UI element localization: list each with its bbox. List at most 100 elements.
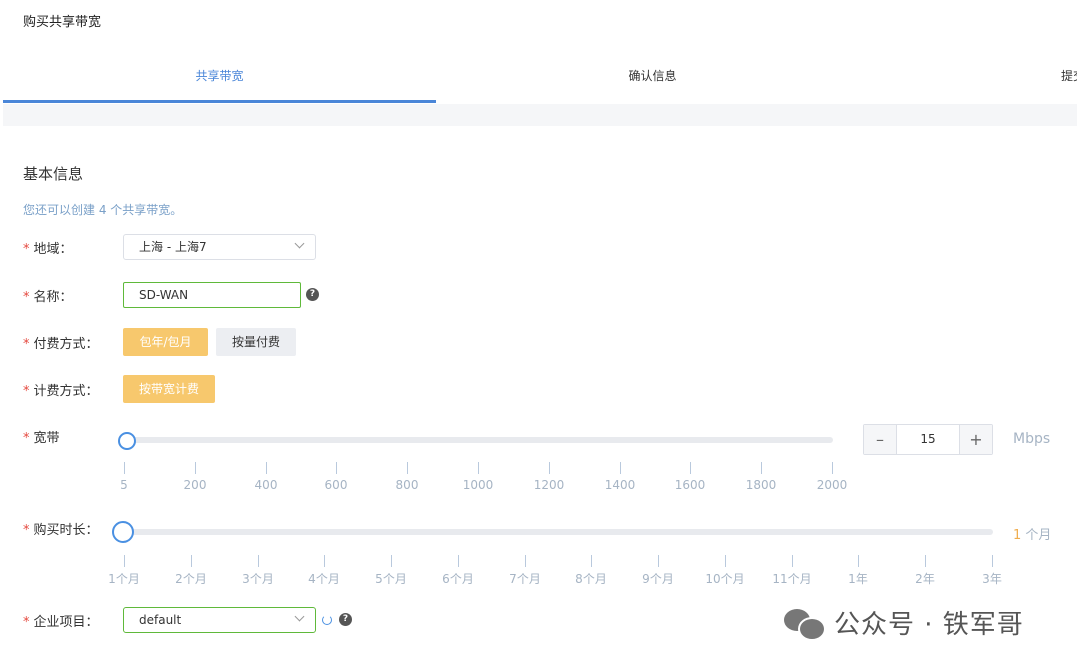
- bandwidth-tick-label: 600: [324, 478, 348, 492]
- duration-tick: [525, 555, 526, 567]
- help-icon[interactable]: ?: [306, 288, 319, 301]
- duration-tick-label: 5个月: [375, 572, 407, 586]
- duration-tick: [925, 555, 926, 567]
- payment-label: * 付费方式：: [23, 333, 99, 352]
- duration-tick-label: 3年: [982, 572, 1002, 586]
- decrement-button[interactable]: –: [864, 425, 896, 454]
- bandwidth-slider-handle[interactable]: [118, 432, 136, 450]
- region-value: 上海 - 上海7: [139, 240, 207, 254]
- duration-tick: [324, 555, 325, 567]
- project-label-text: 企业项目：: [33, 615, 99, 630]
- bandwidth-value-input[interactable]: 15: [896, 425, 960, 454]
- duration-tick-label: 9个月: [642, 572, 674, 586]
- bandwidth-tick-label: 1400: [604, 478, 636, 492]
- watermark-text: 公众号 · 铁军哥: [834, 610, 1024, 640]
- active-tab-indicator: [3, 100, 436, 103]
- bandwidth-tick-label: 1600: [674, 478, 706, 492]
- required-mark: *: [23, 242, 30, 257]
- bandwidth-tick: [195, 462, 196, 474]
- help-icon[interactable]: ?: [339, 613, 352, 626]
- bandwidth-tick: [549, 462, 550, 474]
- bandwidth-tick: [761, 462, 762, 474]
- payment-pay-as-you-go-button[interactable]: 按量付费: [216, 328, 296, 356]
- bandwidth-slider-track[interactable]: [124, 437, 833, 443]
- bandwidth-tick-label: 1000: [462, 478, 494, 492]
- duration-tick: [591, 555, 592, 567]
- name-label: * 名称：: [23, 286, 73, 305]
- duration-value: 1 个月: [1013, 524, 1051, 543]
- duration-tick-label: 8个月: [575, 572, 607, 586]
- refresh-icon[interactable]: [322, 615, 332, 625]
- bandwidth-tick: [407, 462, 408, 474]
- duration-tick-label: 10个月: [705, 572, 745, 586]
- project-select[interactable]: default: [123, 607, 316, 633]
- chevron-down-icon: [294, 238, 305, 249]
- region-select[interactable]: 上海 - 上海7: [123, 234, 316, 260]
- name-input[interactable]: SD-WAN: [123, 282, 301, 308]
- duration-tick: [992, 555, 993, 567]
- required-mark: *: [23, 523, 30, 538]
- bandwidth-tick-label: 1800: [745, 478, 777, 492]
- tab-confirm[interactable]: 确认信息: [436, 40, 869, 104]
- required-mark: *: [23, 290, 30, 305]
- duration-slider-handle[interactable]: [112, 521, 134, 543]
- duration-tick: [124, 555, 125, 567]
- bandwidth-tick: [124, 462, 125, 474]
- duration-unit: 个月: [1021, 528, 1052, 543]
- bandwidth-tick-label: 800: [395, 478, 419, 492]
- required-mark: *: [23, 384, 30, 399]
- duration-slider-track[interactable]: [124, 529, 993, 535]
- bandwidth-unit: Mbps: [1013, 431, 1051, 447]
- billing-label: * 计费方式：: [23, 380, 99, 399]
- required-mark: *: [23, 431, 30, 446]
- payment-yearly-monthly-button[interactable]: 包年/包月: [123, 328, 208, 356]
- project-label: * 企业项目：: [23, 611, 99, 630]
- bandwidth-tick: [478, 462, 479, 474]
- bandwidth-stepper: – 15 +: [863, 424, 993, 455]
- wechat-icon: [784, 607, 826, 641]
- bandwidth-tick: [832, 462, 833, 474]
- duration-tick-label: 6个月: [442, 572, 474, 586]
- bandwidth-tick: [690, 462, 691, 474]
- duration-tick-label: 11个月: [772, 572, 812, 586]
- billing-label-text: 计费方式：: [33, 384, 99, 399]
- required-mark: *: [23, 337, 30, 352]
- duration-tick-label: 4个月: [308, 572, 340, 586]
- increment-button[interactable]: +: [960, 425, 992, 454]
- duration-tick: [658, 555, 659, 567]
- bandwidth-tick-label: 200: [183, 478, 207, 492]
- watermark: 公众号 · 铁军哥: [784, 604, 1024, 641]
- region-label-text: 地域：: [33, 242, 73, 257]
- bandwidth-tick-label: 2000: [816, 478, 848, 492]
- bandwidth-tick: [336, 462, 337, 474]
- bandwidth-tick: [266, 462, 267, 474]
- duration-tick-label: 2年: [915, 572, 935, 586]
- quota-hint: 您还可以创建 4 个共享带宽。: [23, 203, 183, 217]
- bandwidth-tick-label: 1200: [533, 478, 565, 492]
- step-tabs: 共享带宽 确认信息 提交: [3, 40, 1077, 104]
- duration-tick-label: 1个月: [108, 572, 140, 586]
- duration-tick: [792, 555, 793, 567]
- bandwidth-label: * 宽带: [23, 427, 60, 446]
- duration-tick-label: 2个月: [175, 572, 207, 586]
- payment-label-text: 付费方式：: [33, 337, 99, 352]
- billing-by-bandwidth-button[interactable]: 按带宽计费: [123, 375, 215, 403]
- tab-submit[interactable]: 提交: [1061, 40, 1077, 104]
- duration-tick-label: 7个月: [509, 572, 541, 586]
- section-divider: [3, 104, 1077, 126]
- duration-tick: [725, 555, 726, 567]
- chevron-down-icon: [294, 611, 305, 622]
- duration-label: * 购买时长：: [23, 519, 99, 538]
- bandwidth-tick-label: 400: [254, 478, 278, 492]
- section-title: 基本信息: [23, 165, 84, 183]
- bandwidth-tick: [620, 462, 621, 474]
- duration-tick-label: 3个月: [242, 572, 274, 586]
- duration-tick: [458, 555, 459, 567]
- required-mark: *: [23, 615, 30, 630]
- tab-shared-bandwidth[interactable]: 共享带宽: [3, 40, 436, 104]
- project-value: default: [139, 613, 182, 627]
- page-title: 购买共享带宽: [23, 15, 102, 30]
- region-label: * 地域：: [23, 238, 73, 257]
- duration-tick: [391, 555, 392, 567]
- name-label-text: 名称：: [33, 290, 73, 305]
